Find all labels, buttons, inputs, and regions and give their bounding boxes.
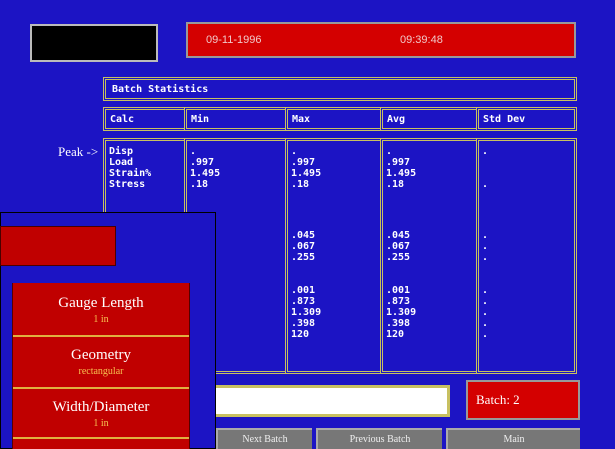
column-header-std-dev: Std Dev (476, 107, 577, 131)
max-cell: 1.495 (291, 168, 322, 179)
min-cell: . (190, 146, 197, 157)
std-cell: . (482, 230, 489, 241)
std-cell: . (482, 307, 489, 318)
gauge-length-item[interactable]: Gauge Length 1 in (13, 283, 189, 337)
avg-cell: . (386, 146, 393, 157)
max-cell: .18 (291, 179, 310, 190)
time-text: 09:39:48 (400, 34, 443, 46)
calc-disp: Disp (109, 146, 134, 157)
column-std-dev: . . . . . . . . . . (476, 138, 577, 374)
std-cell: . (482, 241, 489, 252)
width-diameter-value: 1 in (93, 418, 109, 429)
peak-label: Peak -> (58, 144, 99, 159)
date-text: 09-11-1996 (206, 34, 262, 46)
column-header-calc: Calc (103, 107, 187, 131)
geometry-title: Geometry (71, 347, 131, 363)
column-avg: . .997 1.495 .18 .045 .067 .255 .001 .87… (380, 138, 479, 374)
batch-input-field[interactable] (198, 385, 450, 417)
max-cell: .997 (291, 157, 316, 168)
min-cell: .18 (190, 179, 209, 190)
avg-cell: .001 (386, 285, 411, 296)
min-cell: .997 (190, 157, 215, 168)
avg-cell: .18 (386, 179, 405, 190)
datetime-bar: 09-11-1996 09:39:48 (186, 22, 576, 58)
column-max: . .997 1.495 .18 .045 .067 .255 .001 .87… (285, 138, 383, 374)
std-cell: . (482, 146, 489, 157)
overlay-header-box (0, 226, 116, 266)
gauge-length-title: Gauge Length (58, 295, 144, 311)
geometry-value: rectangular (78, 366, 124, 377)
max-cell: 1.309 (291, 307, 322, 318)
avg-cell: 1.309 (386, 307, 417, 318)
max-cell: . (291, 146, 298, 157)
max-cell: .873 (291, 296, 316, 307)
main-button[interactable]: Main (446, 428, 580, 449)
avg-cell: .873 (386, 296, 411, 307)
max-cell: 120 (291, 329, 310, 340)
max-cell: .398 (291, 318, 316, 329)
black-display-box (30, 24, 158, 62)
geometry-item[interactable]: Geometry rectangular (13, 337, 189, 389)
overlay-parameter-list: Gauge Length 1 in Geometry rectangular W… (12, 283, 190, 449)
column-header-max: Max (285, 107, 383, 131)
min-cell: 1.495 (190, 168, 221, 179)
batch-indicator: Batch: 2 (466, 380, 580, 420)
avg-cell: 120 (386, 329, 405, 340)
batch-statistics-title: Batch Statistics (103, 77, 577, 101)
previous-batch-button[interactable]: Previous Batch (316, 428, 442, 449)
avg-cell: .067 (386, 241, 411, 252)
max-cell: .255 (291, 252, 316, 263)
calc-load: Load (109, 157, 134, 168)
calc-strain: Strain% (109, 168, 152, 179)
std-cell: . (482, 329, 489, 340)
std-cell: . (482, 318, 489, 329)
avg-cell: 1.495 (386, 168, 417, 179)
width-diameter-item[interactable]: Width/Diameter 1 in (13, 389, 189, 439)
column-header-min: Min (184, 107, 288, 131)
next-batch-button[interactable]: Next Batch (216, 428, 312, 449)
avg-cell: .045 (386, 230, 411, 241)
avg-cell: .398 (386, 318, 411, 329)
column-header-avg: Avg (380, 107, 479, 131)
max-cell: .001 (291, 285, 316, 296)
avg-cell: .997 (386, 157, 411, 168)
std-cell: . (482, 252, 489, 263)
calc-stress: Stress (109, 179, 146, 190)
width-diameter-title: Width/Diameter (52, 399, 150, 415)
avg-cell: .255 (386, 252, 411, 263)
std-cell: . (482, 285, 489, 296)
max-cell: .067 (291, 241, 316, 252)
gauge-length-value: 1 in (93, 314, 109, 325)
max-cell: .045 (291, 230, 316, 241)
std-cell: . (482, 179, 489, 190)
std-cell: . (482, 296, 489, 307)
